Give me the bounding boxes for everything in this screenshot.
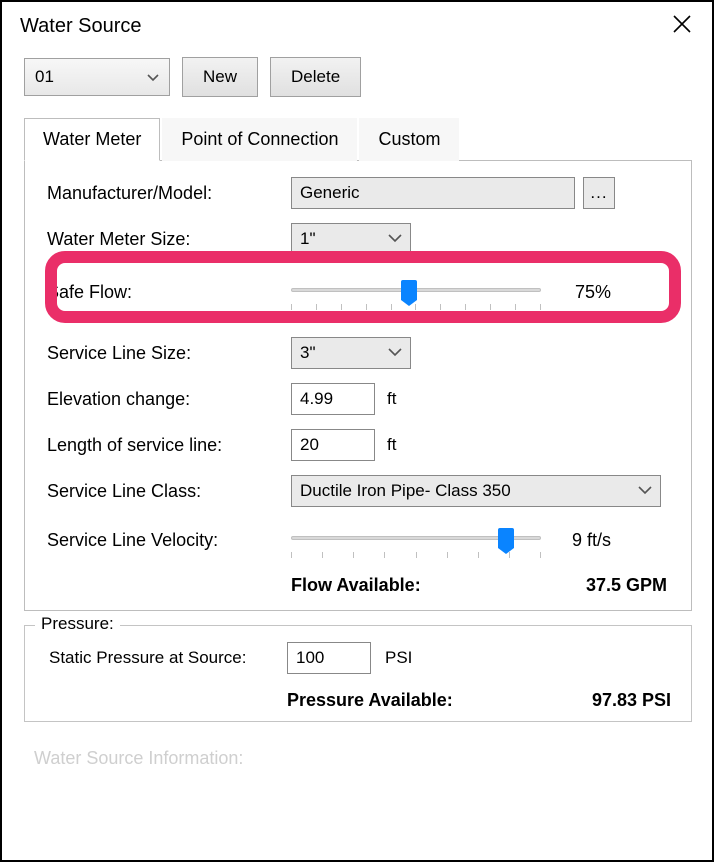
chevron-down-icon <box>638 486 652 496</box>
service-line-class-value: Ductile Iron Pipe- Class 350 <box>300 481 511 501</box>
chevron-down-icon <box>388 348 402 358</box>
static-pressure-unit: PSI <box>385 648 412 668</box>
length-unit: ft <box>387 435 396 455</box>
pressure-available-label: Pressure Available: <box>287 690 453 711</box>
dialog-title: Water Source <box>20 15 142 38</box>
meter-size-value: 1" <box>300 229 316 249</box>
service-line-size-select[interactable]: 3" <box>291 337 411 369</box>
id-dropdown[interactable]: 01 <box>24 58 170 96</box>
service-line-size-label: Service Line Size: <box>43 343 291 364</box>
manufacturer-label: Manufacturer/Model: <box>43 183 291 204</box>
flow-available-value: 37.5 GPM <box>586 575 673 596</box>
close-button[interactable] <box>672 14 692 39</box>
flow-available-label: Flow Available: <box>291 575 421 596</box>
water-source-information-label: Water Source Information: <box>24 748 692 769</box>
delete-button[interactable]: Delete <box>270 57 361 97</box>
new-button[interactable]: New <box>182 57 258 97</box>
static-pressure-label: Static Pressure at Source: <box>39 648 287 668</box>
service-line-size-value: 3" <box>300 343 316 363</box>
elevation-change-label: Elevation change: <box>43 389 291 410</box>
safe-flow-value: 75% <box>555 282 611 303</box>
chevron-down-icon <box>147 69 159 85</box>
tab-water-meter[interactable]: Water Meter <box>24 118 160 161</box>
elevation-unit: ft <box>387 389 396 409</box>
tab-custom[interactable]: Custom <box>359 118 459 161</box>
static-pressure-input[interactable] <box>287 642 371 674</box>
slider-thumb-icon[interactable] <box>498 528 514 548</box>
elevation-change-input[interactable] <box>291 383 375 415</box>
service-line-velocity-label: Service Line Velocity: <box>43 530 291 551</box>
length-of-service-label: Length of service line: <box>43 435 291 456</box>
service-line-class-select[interactable]: Ductile Iron Pipe- Class 350 <box>291 475 661 507</box>
manufacturer-browse-button[interactable]: ... <box>583 177 615 209</box>
chevron-down-icon <box>388 234 402 244</box>
service-line-class-label: Service Line Class: <box>43 481 291 502</box>
service-line-velocity-slider[interactable] <box>291 526 541 554</box>
id-dropdown-value: 01 <box>35 67 54 87</box>
tab-point-of-connection[interactable]: Point of Connection <box>162 118 357 161</box>
length-of-service-input[interactable] <box>291 429 375 461</box>
meter-size-select[interactable]: 1" <box>291 223 411 255</box>
pressure-legend: Pressure: <box>35 614 120 634</box>
slider-thumb-icon[interactable] <box>401 280 417 300</box>
service-line-velocity-value: 9 ft/s <box>555 530 611 551</box>
pressure-available-value: 97.83 PSI <box>592 690 677 711</box>
manufacturer-input[interactable]: Generic <box>291 177 575 209</box>
safe-flow-label: Safe Flow: <box>43 282 291 303</box>
meter-size-label: Water Meter Size: <box>43 229 291 250</box>
safe-flow-slider[interactable] <box>291 278 541 306</box>
